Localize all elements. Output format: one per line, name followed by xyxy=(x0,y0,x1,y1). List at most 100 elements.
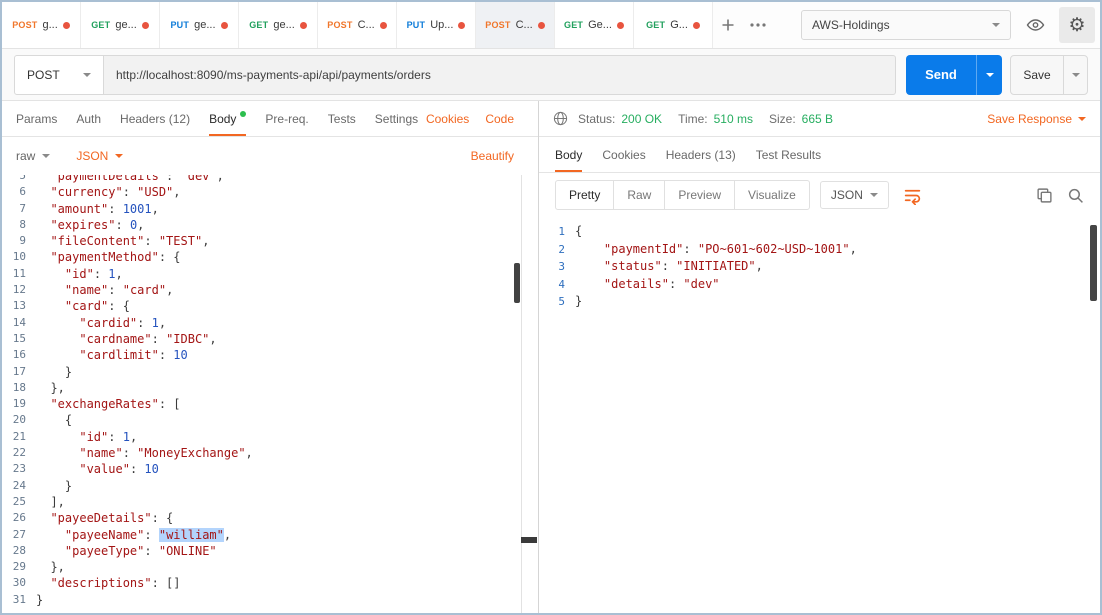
tab-label: Body xyxy=(555,148,582,162)
pane-resize-handle[interactable] xyxy=(521,537,537,543)
request-editor-tab[interactable]: Params xyxy=(16,101,57,136)
response-vertical-scrollbar-thumb[interactable] xyxy=(1090,225,1097,301)
save-options-button[interactable] xyxy=(1063,56,1087,94)
request-tab[interactable]: GETG... xyxy=(634,2,713,48)
method-select[interactable]: POST xyxy=(14,55,104,95)
search-icon xyxy=(1067,187,1084,204)
code-line[interactable]: 5} xyxy=(539,293,1100,311)
response-tab[interactable]: Cookies xyxy=(602,137,645,172)
response-view-group: PrettyRawPreviewVisualize xyxy=(555,180,810,210)
code-text: } xyxy=(36,478,72,494)
response-tab[interactable]: Test Results xyxy=(756,137,821,172)
code-line[interactable]: 19 "exchangeRates": [ xyxy=(2,396,538,412)
code-line[interactable]: 25 ], xyxy=(2,494,538,510)
code-link[interactable]: Code xyxy=(485,112,514,126)
code-line[interactable]: 21 "id": 1, xyxy=(2,429,538,445)
request-tab[interactable]: GETge... xyxy=(81,2,160,48)
code-line[interactable]: 6 "currency": "USD", xyxy=(2,184,538,200)
code-line[interactable]: 5 "paymentDetails": "dev", xyxy=(2,175,538,184)
line-number: 17 xyxy=(2,364,36,380)
response-view-button[interactable]: Visualize xyxy=(735,181,809,209)
response-view-button[interactable]: Preview xyxy=(665,181,735,209)
cookies-link[interactable]: Cookies xyxy=(426,112,469,126)
request-tab[interactable]: PUTge... xyxy=(160,2,239,48)
code-line[interactable]: 15 "cardname": "IDBC", xyxy=(2,331,538,347)
code-line[interactable]: 9 "fileContent": "TEST", xyxy=(2,233,538,249)
new-tab-button[interactable] xyxy=(713,2,743,48)
code-line[interactable]: 16 "cardlimit": 10 xyxy=(2,347,538,363)
copy-response-button[interactable] xyxy=(1036,187,1053,204)
response-tab[interactable]: Body xyxy=(555,137,582,172)
code-line[interactable]: 29 }, xyxy=(2,559,538,575)
code-line[interactable]: 18 }, xyxy=(2,380,538,396)
code-line[interactable]: 8 "expires": 0, xyxy=(2,217,538,233)
code-line[interactable]: 17 } xyxy=(2,364,538,380)
save-button[interactable]: Save xyxy=(1011,56,1063,94)
body-language-select[interactable]: JSON xyxy=(76,149,123,163)
code-line[interactable]: 7 "amount": 1001, xyxy=(2,201,538,217)
tab-method-label: GET xyxy=(646,20,665,30)
response-body-viewer[interactable]: 1{2 "paymentId": "PO~601~602~USD~1001",3… xyxy=(539,217,1100,613)
request-editor-tabs: Params Auth Headers (12) Body Pre-req. Tests S… xyxy=(16,101,418,136)
response-view-button[interactable]: Pretty xyxy=(556,181,614,209)
code-line[interactable]: 31} xyxy=(2,592,538,608)
request-tab[interactable]: POSTg... xyxy=(2,2,81,48)
search-response-button[interactable] xyxy=(1067,187,1084,204)
request-tab[interactable]: POSTC... xyxy=(476,2,555,48)
request-tab[interactable]: GETGe... xyxy=(555,2,634,48)
code-line[interactable]: 20 { xyxy=(2,412,538,428)
send-button[interactable]: Send xyxy=(906,55,976,95)
body-format-select[interactable]: raw xyxy=(16,149,50,163)
request-editor-tab[interactable]: Settings xyxy=(375,101,418,136)
code-text: "paymentDetails": "dev", xyxy=(36,175,224,184)
postman-app: POSTg...GETge...PUTge...GETge...POSTC...… xyxy=(0,0,1102,615)
environment-quick-look-button[interactable] xyxy=(1019,10,1051,40)
code-line[interactable]: 1{ xyxy=(539,223,1100,241)
code-line[interactable]: 30 "descriptions": [] xyxy=(2,575,538,591)
request-editor-tab[interactable]: Tests xyxy=(328,101,356,136)
code-line[interactable]: 27 "payeeName": "william", xyxy=(2,527,538,543)
tab-label: Auth xyxy=(76,112,101,126)
tab-method-label: GET xyxy=(564,20,583,30)
wrap-text-button[interactable] xyxy=(899,181,927,209)
code-line[interactable]: 2 "paymentId": "PO~601~602~USD~1001", xyxy=(539,241,1100,259)
response-tab[interactable]: Headers (13) xyxy=(666,137,736,172)
code-line[interactable]: 22 "name": "MoneyExchange", xyxy=(2,445,538,461)
url-text: http://localhost:8090/ms-payments-api/ap… xyxy=(116,68,431,82)
request-editor-vertical-scrollbar-thumb[interactable] xyxy=(514,263,520,303)
request-tab[interactable]: POSTC... xyxy=(318,2,397,48)
response-language-select[interactable]: JSON xyxy=(820,181,889,209)
code-text: "cardname": "IDBC", xyxy=(36,331,217,347)
code-line[interactable]: 26 "payeeDetails": { xyxy=(2,510,538,526)
request-tab[interactable]: GETge... xyxy=(239,2,318,48)
request-editor-tab[interactable]: Auth xyxy=(76,101,101,136)
request-tab[interactable]: PUTUp... xyxy=(397,2,476,48)
method-label: POST xyxy=(27,68,60,82)
request-editor-tab[interactable]: Headers (12) xyxy=(120,101,190,136)
response-view-button[interactable]: Raw xyxy=(614,181,665,209)
request-editor-tab[interactable]: Pre-req. xyxy=(265,101,308,136)
code-line[interactable]: 23 "value": 10 xyxy=(2,461,538,477)
code-line[interactable]: 13 "card": { xyxy=(2,298,538,314)
code-line[interactable]: 14 "cardid": 1, xyxy=(2,315,538,331)
request-body-editor[interactable]: 5 "paymentDetails": "dev",6 "currency": … xyxy=(2,175,538,613)
environment-select[interactable]: AWS-Holdings xyxy=(801,10,1011,40)
code-line[interactable]: 24 } xyxy=(2,478,538,494)
settings-button[interactable]: ⚙ xyxy=(1059,7,1095,43)
line-number: 4 xyxy=(539,276,575,294)
code-line[interactable]: 3 "status": "INITIATED", xyxy=(539,258,1100,276)
url-input[interactable]: http://localhost:8090/ms-payments-api/ap… xyxy=(104,55,896,95)
request-editor-tab[interactable]: Body xyxy=(209,101,246,136)
more-tabs-button[interactable] xyxy=(743,2,773,48)
send-options-button[interactable] xyxy=(976,55,1002,95)
save-response-button[interactable]: Save Response xyxy=(987,112,1086,126)
code-line[interactable]: 12 "name": "card", xyxy=(2,282,538,298)
code-line[interactable]: 28 "payeeType": "ONLINE" xyxy=(2,543,538,559)
response-body-code: 1{2 "paymentId": "PO~601~602~USD~1001",3… xyxy=(539,223,1100,311)
beautify-button[interactable]: Beautify xyxy=(471,149,514,163)
code-line[interactable]: 4 "details": "dev" xyxy=(539,276,1100,294)
code-line[interactable]: 10 "paymentMethod": { xyxy=(2,249,538,265)
line-number: 9 xyxy=(2,233,36,249)
code-line[interactable]: 11 "id": 1, xyxy=(2,266,538,282)
tab-method-label: GET xyxy=(249,20,268,30)
